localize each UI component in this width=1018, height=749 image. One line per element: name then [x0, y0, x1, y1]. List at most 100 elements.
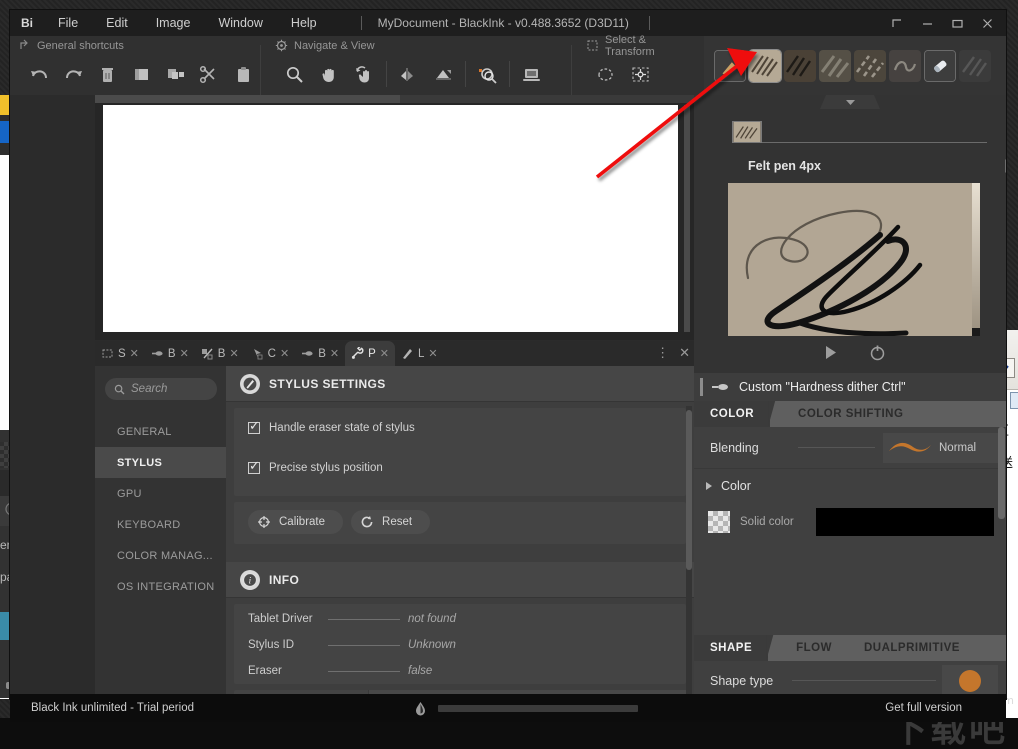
menu-help[interactable]: Help	[277, 10, 331, 36]
clipboard-button[interactable]	[226, 57, 260, 91]
color-section-scrollbar[interactable]	[998, 427, 1005, 519]
taskbar[interactable]	[0, 718, 1018, 749]
blending-row: Blending Normal	[694, 427, 1006, 469]
minimize-button[interactable]	[912, 10, 942, 36]
color-swatch[interactable]	[816, 508, 994, 536]
tab-color-shifting[interactable]: COLOR SHIFTING	[782, 401, 919, 427]
menu-window[interactable]: Window	[204, 10, 276, 36]
redo-button[interactable]	[56, 57, 90, 91]
sidebar-item-color-management[interactable]: COLOR MANAG...	[95, 540, 226, 571]
info-dash	[328, 644, 400, 646]
flip-vertical-button[interactable]	[426, 57, 461, 91]
brush-preset-felt-pen[interactable]	[748, 48, 782, 83]
menu-file[interactable]: File	[44, 10, 92, 36]
close-icon[interactable]: ✕	[428, 347, 437, 360]
tab-shape[interactable]: SHAPE	[694, 635, 769, 661]
toolgroup-header: Navigate & View	[261, 36, 571, 55]
brush-preset-soft-strokes[interactable]	[819, 49, 851, 82]
tab-c[interactable]: C ✕	[245, 341, 296, 366]
checkbox-handle-eraser[interactable]	[248, 418, 260, 434]
blend-icon	[201, 348, 213, 360]
zoom-tool-button[interactable]	[277, 57, 312, 91]
close-button[interactable]	[972, 10, 1002, 36]
close-icon[interactable]: ✕	[229, 347, 238, 360]
scissors-button[interactable]	[192, 57, 226, 91]
screen: 的互 发送 分钟 息。 用户 退款给你。 下载吧 www.xiazaiba.co…	[0, 0, 1018, 749]
get-full-version-link[interactable]: Get full version	[885, 702, 1006, 714]
rotate-canvas-button[interactable]	[347, 57, 382, 91]
tab-color[interactable]: COLOR	[694, 401, 771, 427]
duplicate-button[interactable]	[124, 57, 158, 91]
brush-preset-faint-strokes[interactable]	[959, 49, 991, 82]
custom-brush-row[interactable]: Custom "Hardness dither Ctrl"	[694, 373, 1006, 401]
sidebar-item-general[interactable]: GENERAL	[95, 416, 226, 447]
merge-icon	[167, 68, 184, 79]
brush-preset-dark-strokes[interactable]	[784, 49, 816, 82]
undo-icon	[30, 69, 47, 78]
checker-swatch-icon[interactable]	[708, 511, 730, 533]
calibrate-button[interactable]: Calibrate	[248, 510, 344, 534]
color-group-header[interactable]: Color	[694, 469, 1006, 503]
reference-zoom-button[interactable]	[470, 57, 505, 91]
tab-dualprimitive[interactable]: DUALPRIMITIVE	[848, 635, 976, 661]
sidebar-item-stylus[interactable]: STYLUS	[95, 447, 226, 478]
tab-b-3[interactable]: B ✕	[295, 341, 345, 366]
search-input[interactable]: Search	[105, 378, 217, 400]
trial-status-text: Black Ink unlimited - Trial period	[31, 702, 194, 714]
close-icon[interactable]: ✕	[280, 347, 289, 360]
collapse-panel-button[interactable]	[820, 95, 880, 109]
tab-l[interactable]: L ✕	[395, 341, 444, 366]
brush-preset-eraser[interactable]	[924, 49, 956, 82]
brush-preset-paintbrush[interactable]	[714, 49, 746, 82]
brush-row-underline	[762, 142, 987, 143]
tab-b-1[interactable]: B ✕	[145, 341, 195, 366]
preferences-sidebar: Search GENERAL STYLUS GPU KEYBOARD COLOR…	[95, 366, 226, 699]
tab-b-2[interactable]: B ✕	[195, 341, 245, 366]
flip-horizontal-button[interactable]	[391, 57, 426, 91]
tab-s[interactable]: S ✕	[95, 341, 145, 366]
reset-button[interactable]: Reset	[351, 510, 431, 534]
brush-preset-rough-strokes[interactable]	[854, 49, 886, 82]
tab-label: P	[368, 347, 376, 360]
undo-button[interactable]	[22, 57, 56, 91]
lasso-select-button[interactable]	[588, 57, 623, 91]
tab-flow[interactable]: FLOW	[780, 635, 848, 661]
sidebar-item-keyboard[interactable]: KEYBOARD	[95, 509, 226, 540]
checkbox-row-precise-position[interactable]: Precise stylus position	[234, 448, 686, 488]
close-icon[interactable]: ✕	[180, 347, 189, 360]
preview-scrollbar[interactable]	[972, 183, 980, 336]
close-icon[interactable]: ✕	[330, 347, 339, 360]
shape-type-selector[interactable]	[942, 664, 998, 697]
checkbox-row-handle-eraser[interactable]: Handle eraser state of stylus	[234, 408, 686, 448]
blending-mode-selector[interactable]: Normal	[883, 432, 998, 463]
menu-edit[interactable]: Edit	[92, 10, 142, 36]
close-icon[interactable]: ✕	[380, 347, 389, 360]
sidebar-item-os-integration[interactable]: OS INTEGRATION	[95, 571, 226, 602]
brush-preset-squiggle[interactable]	[889, 49, 921, 82]
restore-button[interactable]	[882, 10, 912, 36]
pan-tool-button[interactable]	[312, 57, 347, 91]
drawing-canvas[interactable]	[103, 105, 678, 332]
maximize-button[interactable]	[942, 10, 972, 36]
kebab-menu-icon[interactable]: ⋮	[656, 345, 669, 361]
trash-button[interactable]	[90, 57, 124, 91]
row-accent-bar	[700, 378, 703, 396]
preferences-scrollbar[interactable]	[686, 410, 692, 570]
transform-pivot-icon	[632, 66, 649, 82]
close-icon[interactable]: ✕	[130, 347, 139, 360]
brush-thumbnail[interactable]	[732, 121, 762, 143]
info-value: Unknown	[408, 639, 456, 651]
canvas-vscrollbar[interactable]	[684, 105, 690, 332]
sidebar-item-gpu[interactable]: GPU	[95, 478, 226, 509]
close-icon[interactable]: ✕	[679, 345, 690, 361]
transform-pivot-button[interactable]	[623, 57, 658, 91]
menu-image[interactable]: Image	[142, 10, 205, 36]
tab-p-preferences[interactable]: P ✕	[345, 341, 395, 366]
brush-stroke-preview[interactable]	[728, 183, 980, 336]
power-button[interactable]	[869, 344, 886, 366]
next-preview-arrow-icon[interactable]	[1005, 159, 1006, 173]
fit-screen-button[interactable]	[514, 57, 549, 91]
checkbox-precise-position[interactable]	[248, 458, 260, 474]
play-button[interactable]	[822, 344, 839, 366]
merge-button[interactable]	[158, 57, 192, 91]
